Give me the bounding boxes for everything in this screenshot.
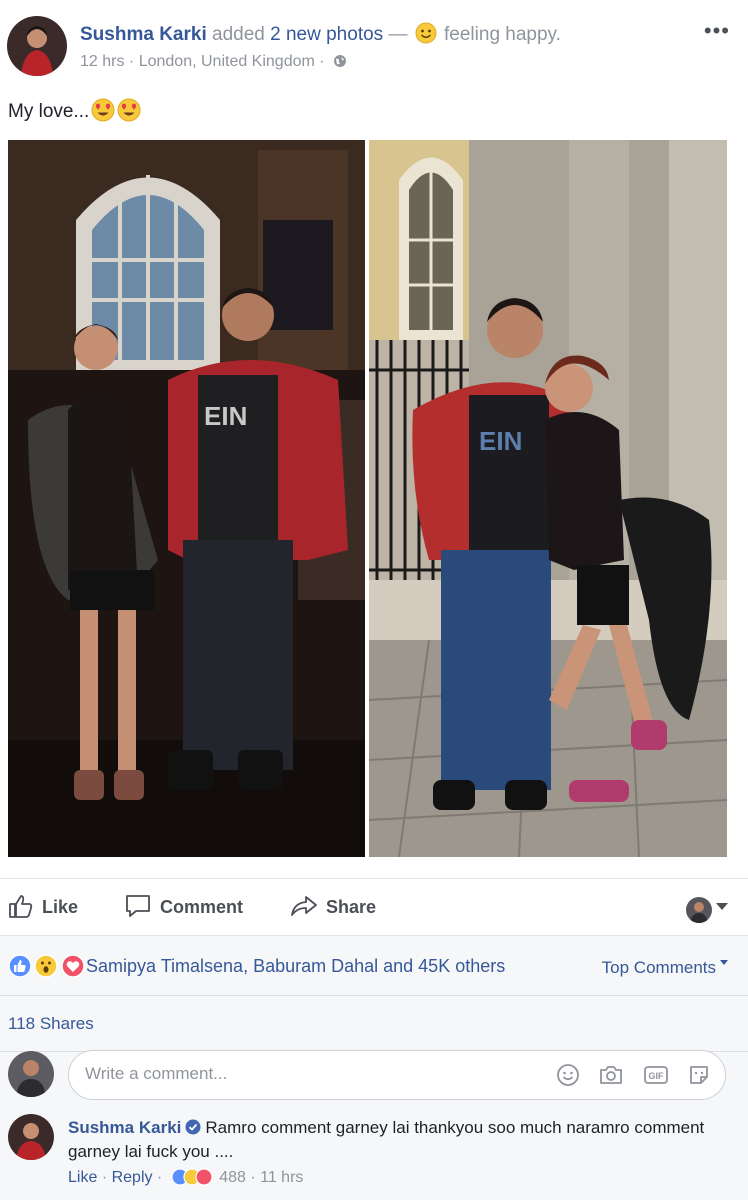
- meta-dot: ·: [128, 53, 135, 70]
- social-panel: Samipya Timalsena, Baburam Dahal and 45K…: [0, 935, 748, 1200]
- like-thumb-icon: [9, 895, 33, 918]
- meta-dot-2: ·: [319, 53, 325, 70]
- post-time[interactable]: 12 hrs: [80, 53, 124, 70]
- like-label: Like: [42, 897, 79, 917]
- photos-link[interactable]: 2 new photos: [270, 24, 383, 45]
- post-meta: 12 hrs · London, United Kingdom ·: [80, 53, 347, 71]
- photo-2-image: EIN: [369, 140, 727, 857]
- post-title-line: Sushma Karki added 2 new photos — feelin…: [80, 22, 561, 46]
- love-reaction-icon: [61, 954, 85, 978]
- comment-sep-1: ·: [101, 1169, 108, 1186]
- comment-reaction-count: 488: [219, 1169, 246, 1186]
- audience-avatar[interactable]: [686, 897, 712, 923]
- comment-input[interactable]: [85, 1064, 545, 1084]
- post-action-bar: Like Comment Share: [0, 878, 748, 934]
- comment-time[interactable]: 11 hrs: [260, 1169, 303, 1186]
- heart-eyes-emoji-icon: [91, 98, 115, 122]
- post-photo-1[interactable]: EIN: [8, 140, 365, 857]
- smile-emoji-icon: [415, 22, 437, 44]
- globe-icon[interactable]: [333, 54, 347, 68]
- like-button[interactable]: Like: [8, 893, 78, 919]
- author-name-link[interactable]: Sushma Karki: [80, 24, 207, 45]
- shares-link[interactable]: 118 Shares: [8, 1014, 94, 1034]
- caption-text: My love...: [8, 101, 90, 122]
- heart-eyes-emoji-icon: [117, 98, 141, 122]
- photo-1-image: EIN: [8, 140, 365, 857]
- comment-sep-2: ·: [156, 1169, 163, 1186]
- gif-icon[interactable]: GIF: [643, 1063, 669, 1087]
- composer-tools: GIF: [542, 1063, 711, 1092]
- viewer-avatar[interactable]: [8, 1051, 54, 1097]
- like-reaction-icon: [8, 954, 32, 978]
- sticker-icon[interactable]: [687, 1063, 711, 1087]
- share-arrow-icon: [291, 896, 317, 916]
- svg-text:GIF: GIF: [648, 1071, 664, 1081]
- comment-label: Comment: [160, 897, 244, 917]
- post-header: Sushma Karki added 2 new photos — feelin…: [0, 0, 748, 90]
- reactions-row: Samipya Timalsena, Baburam Dahal and 45K…: [0, 936, 748, 996]
- comment-author-link[interactable]: Sushma Karki: [68, 1118, 181, 1137]
- comment-body: Sushma Karki Ramro comment garney lai th…: [68, 1116, 728, 1164]
- top-comments-dropdown[interactable]: Top Comments: [602, 958, 728, 978]
- top-comments-label: Top Comments: [601, 958, 716, 977]
- svg-text:EIN: EIN: [479, 426, 522, 456]
- share-label: Share: [326, 897, 377, 917]
- comment-actions: Like · Reply · 488 · 11 hrs: [68, 1168, 303, 1187]
- author-avatar[interactable]: [7, 16, 67, 76]
- reaction-names-link[interactable]: Samipya Timalsena, Baburam Dahal and 45K…: [86, 956, 505, 977]
- comment-sep-3: ·: [250, 1169, 256, 1186]
- more-options-button[interactable]: •••: [704, 18, 730, 44]
- wow-reaction-icon: [34, 954, 59, 978]
- separator: —: [388, 24, 408, 45]
- share-button[interactable]: Share: [290, 893, 376, 919]
- commenter-avatar[interactable]: [8, 1114, 54, 1160]
- post-location[interactable]: London, United Kingdom: [139, 53, 315, 70]
- svg-text:EIN: EIN: [204, 401, 247, 431]
- chevron-down-icon[interactable]: [716, 903, 728, 910]
- feeling-text: feeling happy.: [444, 24, 561, 45]
- verified-badge-icon: [185, 1119, 201, 1135]
- post-photo-2[interactable]: EIN: [369, 140, 727, 857]
- chevron-down-icon: [720, 960, 728, 965]
- comment-bubble-icon: [126, 895, 150, 917]
- shares-row: 118 Shares: [0, 996, 748, 1052]
- comment-composer: GIF: [68, 1050, 726, 1100]
- reaction-icons[interactable]: [8, 954, 85, 983]
- post-caption: My love...: [8, 98, 141, 123]
- comment-reactions-icon[interactable]: [171, 1168, 215, 1186]
- emoji-icon[interactable]: [556, 1063, 580, 1087]
- camera-icon[interactable]: [598, 1063, 624, 1087]
- comment-like-button[interactable]: Like: [68, 1169, 97, 1186]
- comment-button[interactable]: Comment: [124, 893, 243, 919]
- action-text: added: [212, 24, 265, 45]
- comment-reply-button[interactable]: Reply: [112, 1169, 153, 1186]
